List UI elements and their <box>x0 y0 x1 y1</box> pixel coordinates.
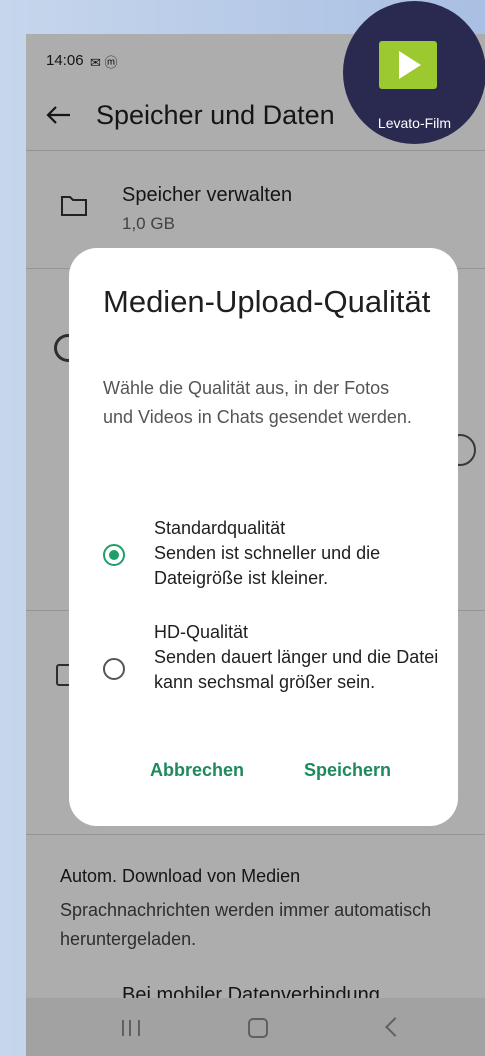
option-standard-text: Standardqualität Senden ist schneller un… <box>154 516 444 591</box>
upload-quality-dialog: Medien-Upload-Qualität Wähle die Qualitä… <box>69 248 458 826</box>
radio-hd[interactable] <box>103 658 125 680</box>
dialog-description: Wähle die Qualität aus, in der Fotos und… <box>103 378 412 427</box>
option-title: HD-Qualität <box>154 622 249 642</box>
dialog-title: Medien-Upload-Qualität <box>103 284 431 319</box>
option-title: Standardqualität <box>154 518 286 538</box>
option-description: Senden ist schneller und die Dateigröße … <box>154 543 381 588</box>
brand-name: Levato-Film <box>377 115 452 131</box>
levato-film-badge: Levato-Film <box>343 1 485 144</box>
phone-screen: 14:06 ✉ ⓜ Speicher und Daten Speicher ve… <box>26 34 485 1056</box>
option-standard[interactable]: Standardqualität Senden ist schneller un… <box>69 516 458 596</box>
cancel-button[interactable]: Abbrechen <box>150 760 244 781</box>
option-hd-text: HD-Qualität Senden dauert länger und die… <box>154 620 444 695</box>
option-description: Senden dauert länger und die Datei kann … <box>154 647 439 692</box>
play-logo-icon <box>379 41 437 89</box>
option-hd[interactable]: HD-Qualität Senden dauert länger und die… <box>69 620 458 724</box>
save-button[interactable]: Speichern <box>304 760 391 781</box>
radio-standard[interactable] <box>103 544 125 566</box>
